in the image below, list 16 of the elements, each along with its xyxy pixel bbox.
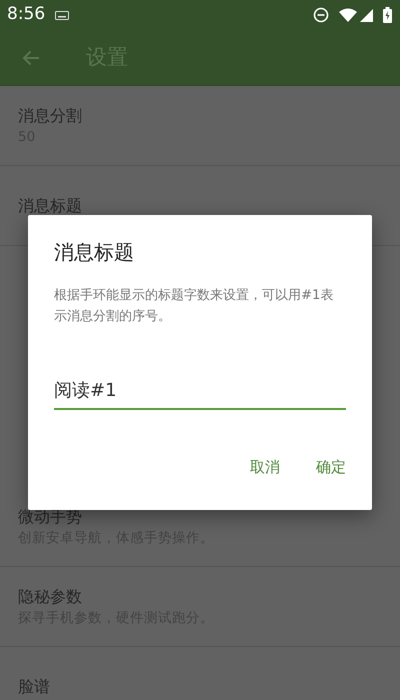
dialog-button[interactable]: 取消 [244, 452, 286, 482]
back-arrow-icon[interactable] [22, 50, 40, 66]
do-not-disturb-icon [313, 7, 329, 23]
setting-title: 消息标题 [18, 194, 83, 216]
setting-title: 消息分割 [18, 104, 83, 126]
setting-title: 隐秘参数 [18, 586, 83, 608]
setting-title: 脸谱 [18, 676, 51, 698]
text-input-field[interactable]: 阅读#1 [54, 377, 346, 410]
settings-row[interactable]: 脸谱 [0, 647, 400, 700]
wifi-icon [339, 8, 357, 22]
signal-icon [360, 8, 373, 22]
dialog-message: 根据手环能显示的标题字数来设置，可以用#1表示消息分割的序号。 [54, 287, 334, 326]
keyboard-icon [55, 10, 70, 20]
dialog-button[interactable]: 确定 [310, 452, 352, 482]
status-time: 8:56 [7, 3, 46, 26]
battery-icon [383, 7, 392, 23]
